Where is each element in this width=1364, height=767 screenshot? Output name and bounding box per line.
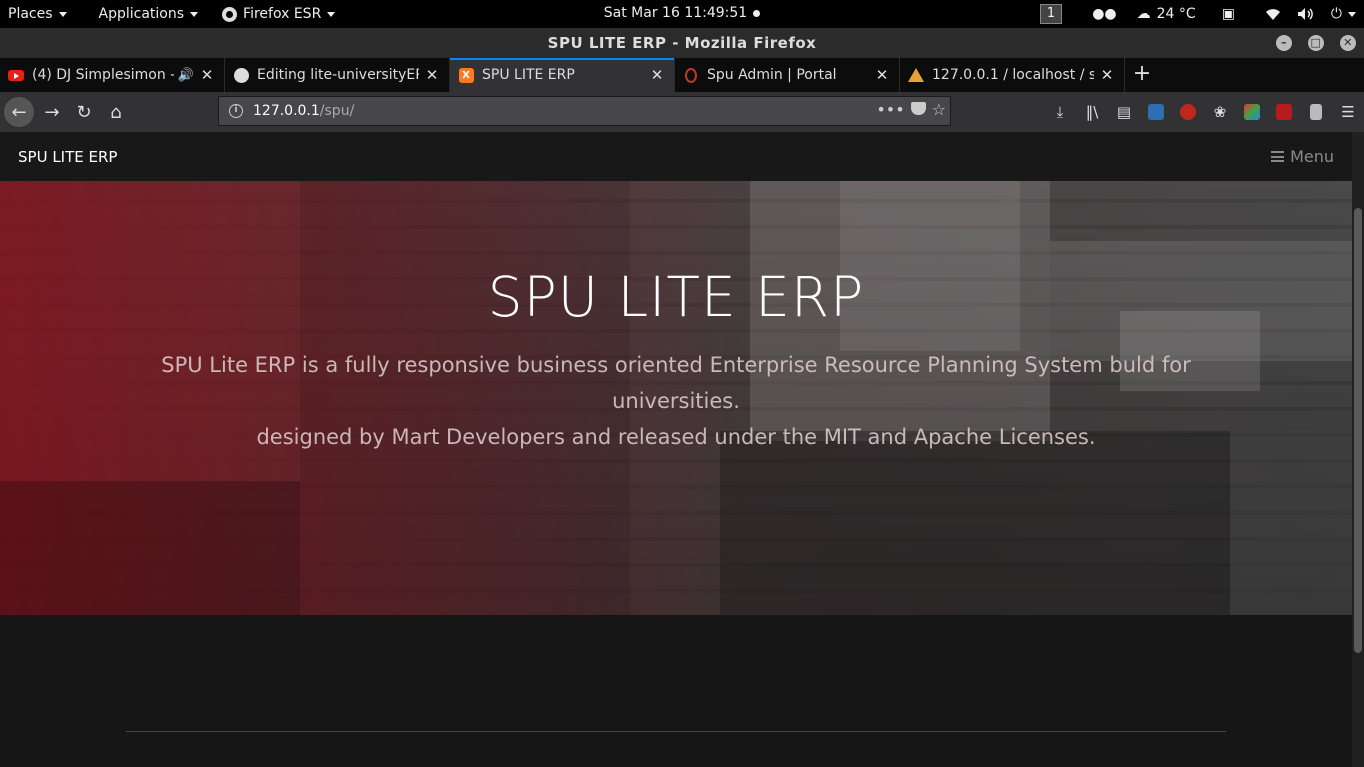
volume-icon[interactable] (1289, 0, 1323, 28)
tab-spu-lite-erp[interactable]: X SPU LITE ERP ✕ (450, 58, 675, 92)
home-icon: ⌂ (110, 101, 122, 123)
youtube-icon (8, 67, 24, 83)
chevron-down-icon (327, 11, 336, 17)
window-title-bar: SPU LITE ERP - Mozilla Firefox – □ ✕ (0, 28, 1364, 58)
system-tray: 1 ●● ☁ 24 °C ▣ ⏻ (1032, 0, 1364, 28)
places-label: Places (8, 6, 53, 22)
applications-menu[interactable]: Applications (91, 0, 207, 28)
system-top-bar: Places Applications Firefox ESR Sat Mar … (0, 0, 1364, 28)
chevron-down-icon (190, 11, 199, 17)
tab-youtube[interactable]: (4) DJ Simplesimon - 🔊 ✕ (0, 58, 225, 92)
mega-icon[interactable] (1268, 96, 1300, 128)
wifi-icon[interactable] (1257, 0, 1289, 28)
site-info-icon[interactable]: i (229, 104, 243, 118)
downloads-icon[interactable]: ⤓ (1044, 96, 1076, 128)
hero-description-line-2: designed by Mart Developers and released… (256, 425, 1096, 449)
home-button[interactable]: ⌂ (100, 96, 132, 128)
firefox-app-menu[interactable]: Firefox ESR (214, 0, 343, 28)
close-tab-icon[interactable]: ✕ (425, 66, 439, 84)
weather-label: 24 °C (1156, 6, 1196, 22)
tab-spu-admin[interactable]: Spu Admin | Portal ✕ (675, 58, 900, 92)
tab-label: SPU LITE ERP (482, 67, 575, 83)
camera-icon[interactable]: ▣ (1214, 0, 1243, 28)
tab-github[interactable]: Editing lite-universityERP ✕ (225, 58, 450, 92)
places-menu[interactable]: Places (0, 0, 75, 28)
close-tab-icon[interactable]: ✕ (875, 66, 889, 84)
phpmyadmin-icon (908, 67, 924, 83)
menu-toggle-button[interactable]: Menu (1271, 147, 1334, 166)
power-icon: ⏻ (1330, 6, 1342, 22)
people-icon[interactable]: ●● (1084, 0, 1124, 28)
url-host: 127.0.0.1 (253, 103, 320, 119)
tab-phpmyadmin[interactable]: 127.0.0.1 / localhost / stp ✕ (900, 58, 1125, 92)
close-window-button[interactable]: ✕ (1340, 35, 1356, 51)
forward-button[interactable]: → (36, 96, 68, 128)
tab-strip: (4) DJ Simplesimon - 🔊 ✕ Editing lite-un… (0, 58, 1364, 92)
chevron-down-icon (58, 11, 67, 17)
clock-label: Sat Mar 16 11:49:51 (603, 5, 748, 21)
tab-label: 127.0.0.1 / localhost / stp (932, 67, 1094, 83)
portal-icon (683, 67, 699, 83)
page-content: SPU LITE ERP Menu SPU LITE ERP SPU Lite … (0, 132, 1352, 767)
arrow-left-icon: ← (11, 101, 27, 123)
extension-icon[interactable] (1140, 96, 1172, 128)
sidebar-icon[interactable]: ▤ (1108, 96, 1140, 128)
hamburger-icon (1271, 151, 1285, 162)
pocket-icon[interactable] (910, 102, 926, 115)
maximize-button[interactable]: □ (1308, 35, 1324, 51)
notification-dot-icon (753, 9, 761, 17)
menu-label: Menu (1290, 147, 1334, 166)
close-tab-icon[interactable]: ✕ (1100, 66, 1114, 84)
scrollbar-thumb[interactable] (1354, 208, 1362, 653)
cloud-icon: ☁ (1136, 6, 1151, 22)
firefox-menu-label: Firefox ESR (243, 6, 322, 22)
url-bar[interactable]: i 127.0.0.1/spu/ ••• ☆ (218, 96, 951, 126)
navigation-toolbar: ← → ↻ ⌂ i 127.0.0.1/spu/ ••• ☆ ⤓ ‖\ ▤ ❀ … (0, 92, 1364, 132)
xampp-icon: X (458, 67, 474, 83)
workspace-number: 1 (1039, 4, 1063, 24)
site-brand-link[interactable]: SPU LITE ERP (18, 148, 117, 166)
applications-label: Applications (98, 6, 185, 22)
weather-indicator[interactable]: ☁ 24 °C (1129, 0, 1204, 28)
speaker-icon[interactable]: 🔊 (178, 68, 194, 83)
page-actions-icon[interactable]: ••• (876, 100, 904, 119)
gnome-extension-icon[interactable]: ❀ (1204, 96, 1236, 128)
workspace-indicator[interactable]: 1 (1032, 0, 1070, 28)
reload-button[interactable]: ↻ (68, 96, 100, 128)
tab-label: (4) DJ Simplesimon - (32, 67, 174, 83)
hero-section: SPU LITE ERP SPU Lite ERP is a fully res… (0, 181, 1352, 615)
close-tab-icon[interactable]: ✕ (200, 66, 214, 84)
back-button[interactable]: ← (4, 97, 34, 127)
tab-label: Editing lite-universityERP (257, 67, 419, 83)
hamburger-menu-icon[interactable]: ☰ (1332, 96, 1364, 128)
ublock-icon[interactable] (1172, 96, 1204, 128)
stylish-icon[interactable] (1236, 96, 1268, 128)
hero-description: SPU Lite ERP is a fully responsive busin… (150, 347, 1202, 455)
library-icon[interactable]: ‖\ (1076, 96, 1108, 128)
close-tab-icon[interactable]: ✕ (650, 66, 664, 84)
page-scrollbar[interactable] (1352, 132, 1364, 767)
window-title: SPU LITE ERP - Mozilla Firefox (547, 34, 817, 52)
url-path: /spu/ (319, 103, 355, 119)
section-divider (126, 731, 1226, 732)
site-navbar: SPU LITE ERP Menu (0, 132, 1352, 181)
github-icon (233, 67, 249, 83)
chevron-down-icon (1348, 11, 1356, 17)
tab-label: Spu Admin | Portal (707, 67, 837, 83)
bookmark-star-icon[interactable]: ☆ (932, 100, 946, 119)
reload-icon: ↻ (76, 101, 92, 123)
firefox-icon (222, 6, 238, 22)
new-tab-button[interactable]: + (1125, 58, 1159, 92)
power-menu[interactable]: ⏻ (1323, 0, 1364, 28)
arrow-right-icon: → (44, 101, 60, 123)
minimize-button[interactable]: – (1276, 35, 1292, 51)
hero-title: SPU LITE ERP (487, 265, 865, 329)
reader-icon[interactable] (1300, 96, 1332, 128)
hero-description-line-1: SPU Lite ERP is a fully responsive busin… (161, 353, 1191, 413)
browser-tools: ⤓ ‖\ ▤ ❀ ☰ (1044, 96, 1364, 128)
